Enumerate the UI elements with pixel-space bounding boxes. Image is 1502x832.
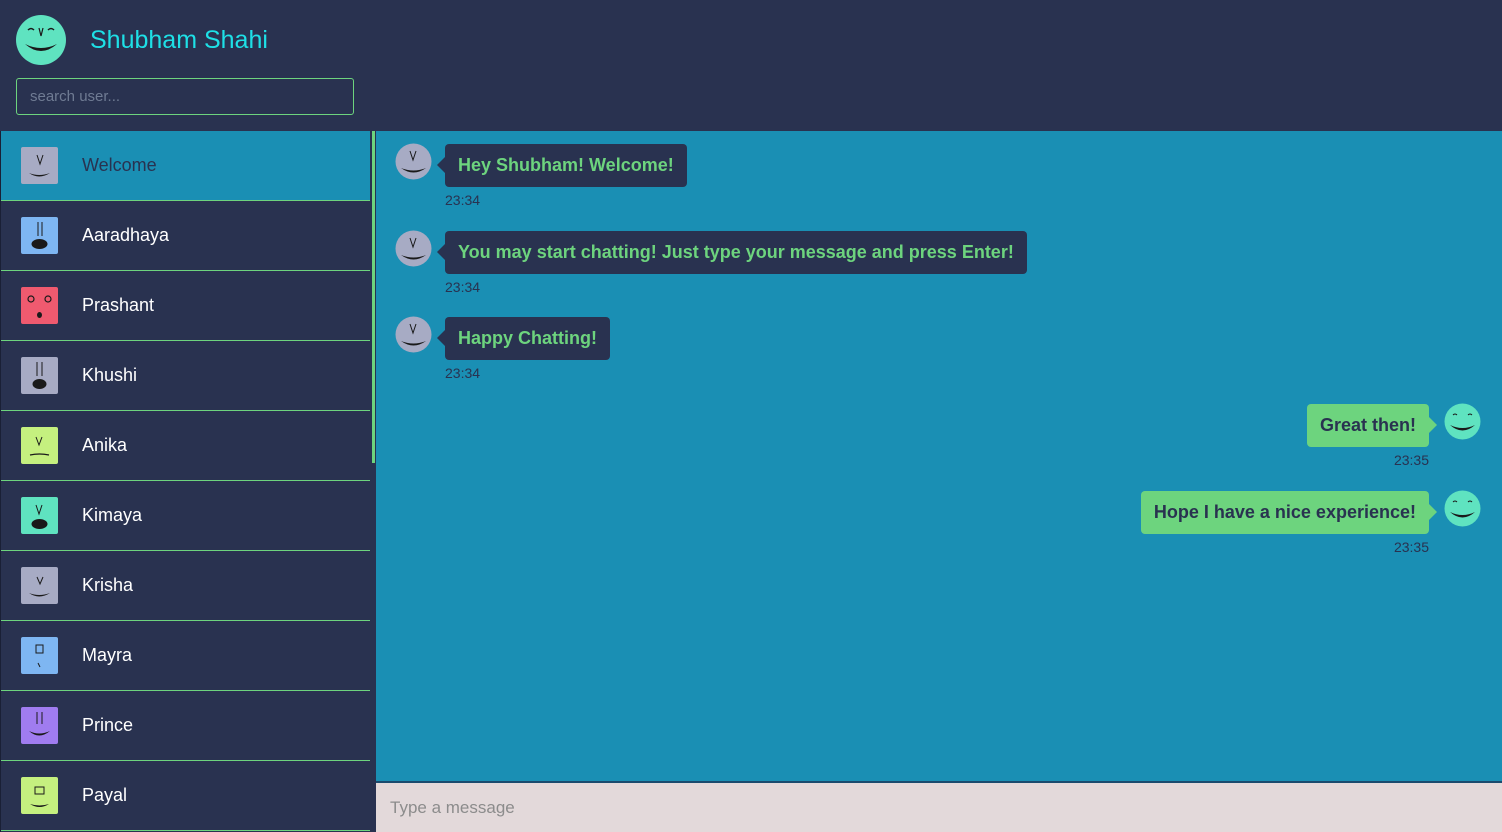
sidebar-scrollbar[interactable]	[372, 131, 375, 463]
current-user-name: Shubham Shahi	[90, 26, 268, 54]
contact-avatar	[21, 637, 58, 674]
user-avatar[interactable]	[15, 14, 67, 66]
message-time: 23:34	[445, 279, 481, 295]
app-header: Shubham Shahi	[0, 0, 1502, 131]
bot-avatar	[395, 316, 432, 353]
sidebar-item-label: Krisha	[82, 575, 134, 595]
chat-panel: Hey Shubham! Welcome! 23:34 You may star…	[376, 131, 1502, 781]
sidebar-item-kimaya[interactable]: Kimaya	[1, 481, 370, 551]
sidebar-item-krisha[interactable]: Krisha	[1, 551, 370, 621]
sidebar-item-prince[interactable]: Prince	[1, 691, 370, 761]
contact-avatar	[21, 707, 58, 744]
message-time: 23:35	[1393, 452, 1429, 468]
message-input[interactable]	[376, 783, 1502, 832]
message-bubble: Happy Chatting!	[437, 317, 610, 360]
sidebar-item-welcome[interactable]: Welcome	[1, 131, 370, 201]
sidebar-item-label: Prashant	[82, 295, 155, 315]
contact-list: Welcome Aaradhaya Prashant Khushi Anika …	[0, 131, 370, 832]
message-bubble: Hey Shubham! Welcome!	[437, 144, 687, 187]
message-bubble: You may start chatting! Just type your m…	[437, 231, 1027, 274]
contact-avatar	[21, 287, 58, 324]
sidebar-item-label: Mayra	[82, 645, 133, 665]
sidebar-item-label: Payal	[82, 785, 128, 805]
sidebar-item-label: Prince	[82, 715, 134, 735]
contact-avatar	[21, 147, 58, 184]
message-time: 23:34	[445, 365, 481, 381]
sidebar-item-label: Kimaya	[82, 505, 143, 525]
contact-avatar	[21, 427, 58, 464]
sidebar-item-label: Khushi	[82, 365, 138, 385]
contact-avatar	[21, 357, 58, 394]
contact-avatar	[21, 497, 58, 534]
contact-avatar	[21, 217, 58, 254]
message-time: 23:35	[1393, 539, 1429, 555]
user-avatar	[1444, 490, 1481, 527]
sidebar-item-mayra[interactable]: Mayra	[1, 621, 370, 691]
search-input[interactable]	[16, 78, 354, 115]
sidebar-item-aaradhaya[interactable]: Aaradhaya	[1, 201, 370, 271]
sidebar-item-label: Anika	[82, 435, 128, 455]
sidebar-item-khushi[interactable]: Khushi	[1, 341, 370, 411]
contact-avatar	[21, 777, 58, 814]
sidebar-item-anika[interactable]: Anika	[1, 411, 370, 481]
message-composer	[376, 781, 1502, 832]
sidebar-item-label: Welcome	[82, 155, 157, 175]
message-time: 23:34	[445, 192, 481, 208]
bot-avatar	[395, 230, 432, 267]
bot-avatar	[395, 143, 432, 180]
sidebar-item-prashant[interactable]: Prashant	[1, 271, 370, 341]
sidebar-item-label: Aaradhaya	[82, 225, 170, 245]
message-bubble: Hope I have a nice experience!	[1140, 491, 1438, 534]
user-avatar	[1444, 403, 1481, 440]
sidebar-item-payal[interactable]: Payal	[1, 761, 370, 831]
contact-avatar	[21, 567, 58, 604]
message-bubble: Great then!	[1306, 404, 1438, 447]
